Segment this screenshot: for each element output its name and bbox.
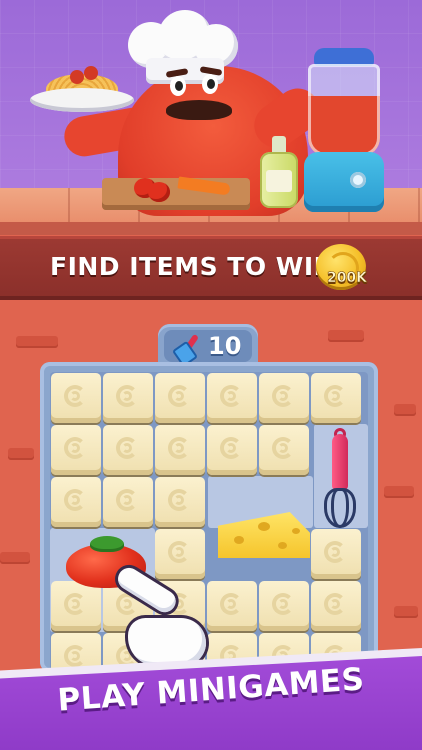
hidden-tile[interactable] [51, 425, 101, 475]
hidden-tile[interactable] [103, 373, 153, 423]
hidden-tile[interactable] [155, 529, 205, 579]
hidden-tile[interactable] [207, 581, 257, 631]
meatball-icon [84, 66, 98, 80]
pointer-hand-icon [108, 563, 208, 666]
whisk-icon [318, 428, 362, 530]
olive-oil-bottle-icon [260, 136, 298, 208]
banner-title: FIND ITEMS TO WIN: [50, 252, 346, 281]
kitchen-scene [0, 0, 422, 235]
meatball-icon [70, 70, 84, 84]
hidden-tile[interactable] [207, 373, 257, 423]
reward-amount: 200K [326, 270, 368, 287]
hidden-tile[interactable] [207, 425, 257, 475]
hidden-tile[interactable] [51, 373, 101, 423]
hidden-tile[interactable] [311, 373, 361, 423]
hidden-tile[interactable] [259, 373, 309, 423]
counter-front [0, 222, 422, 235]
hidden-tile[interactable] [103, 425, 153, 475]
cutting-board [102, 178, 250, 210]
hidden-tile[interactable] [51, 477, 101, 527]
hidden-tile[interactable] [155, 425, 205, 475]
hidden-tile[interactable] [155, 477, 205, 527]
moves-counter: 10 [158, 324, 258, 368]
chef-mustache [166, 100, 232, 120]
hidden-tile[interactable] [259, 425, 309, 475]
hidden-tile[interactable] [155, 373, 205, 423]
chef-eye [170, 76, 186, 96]
hidden-tile[interactable] [259, 581, 309, 631]
chef-eye [202, 74, 218, 94]
blender-icon [304, 48, 384, 214]
hidden-tile[interactable] [311, 581, 361, 631]
moves-count: 10 [208, 332, 242, 360]
spatula-icon [171, 333, 202, 368]
cheese-icon [218, 502, 310, 560]
hidden-tile[interactable] [103, 477, 153, 527]
hidden-tile[interactable] [311, 529, 361, 579]
hidden-tile[interactable] [51, 581, 101, 631]
plate-icon [30, 88, 134, 112]
tomato-icon [148, 182, 170, 202]
